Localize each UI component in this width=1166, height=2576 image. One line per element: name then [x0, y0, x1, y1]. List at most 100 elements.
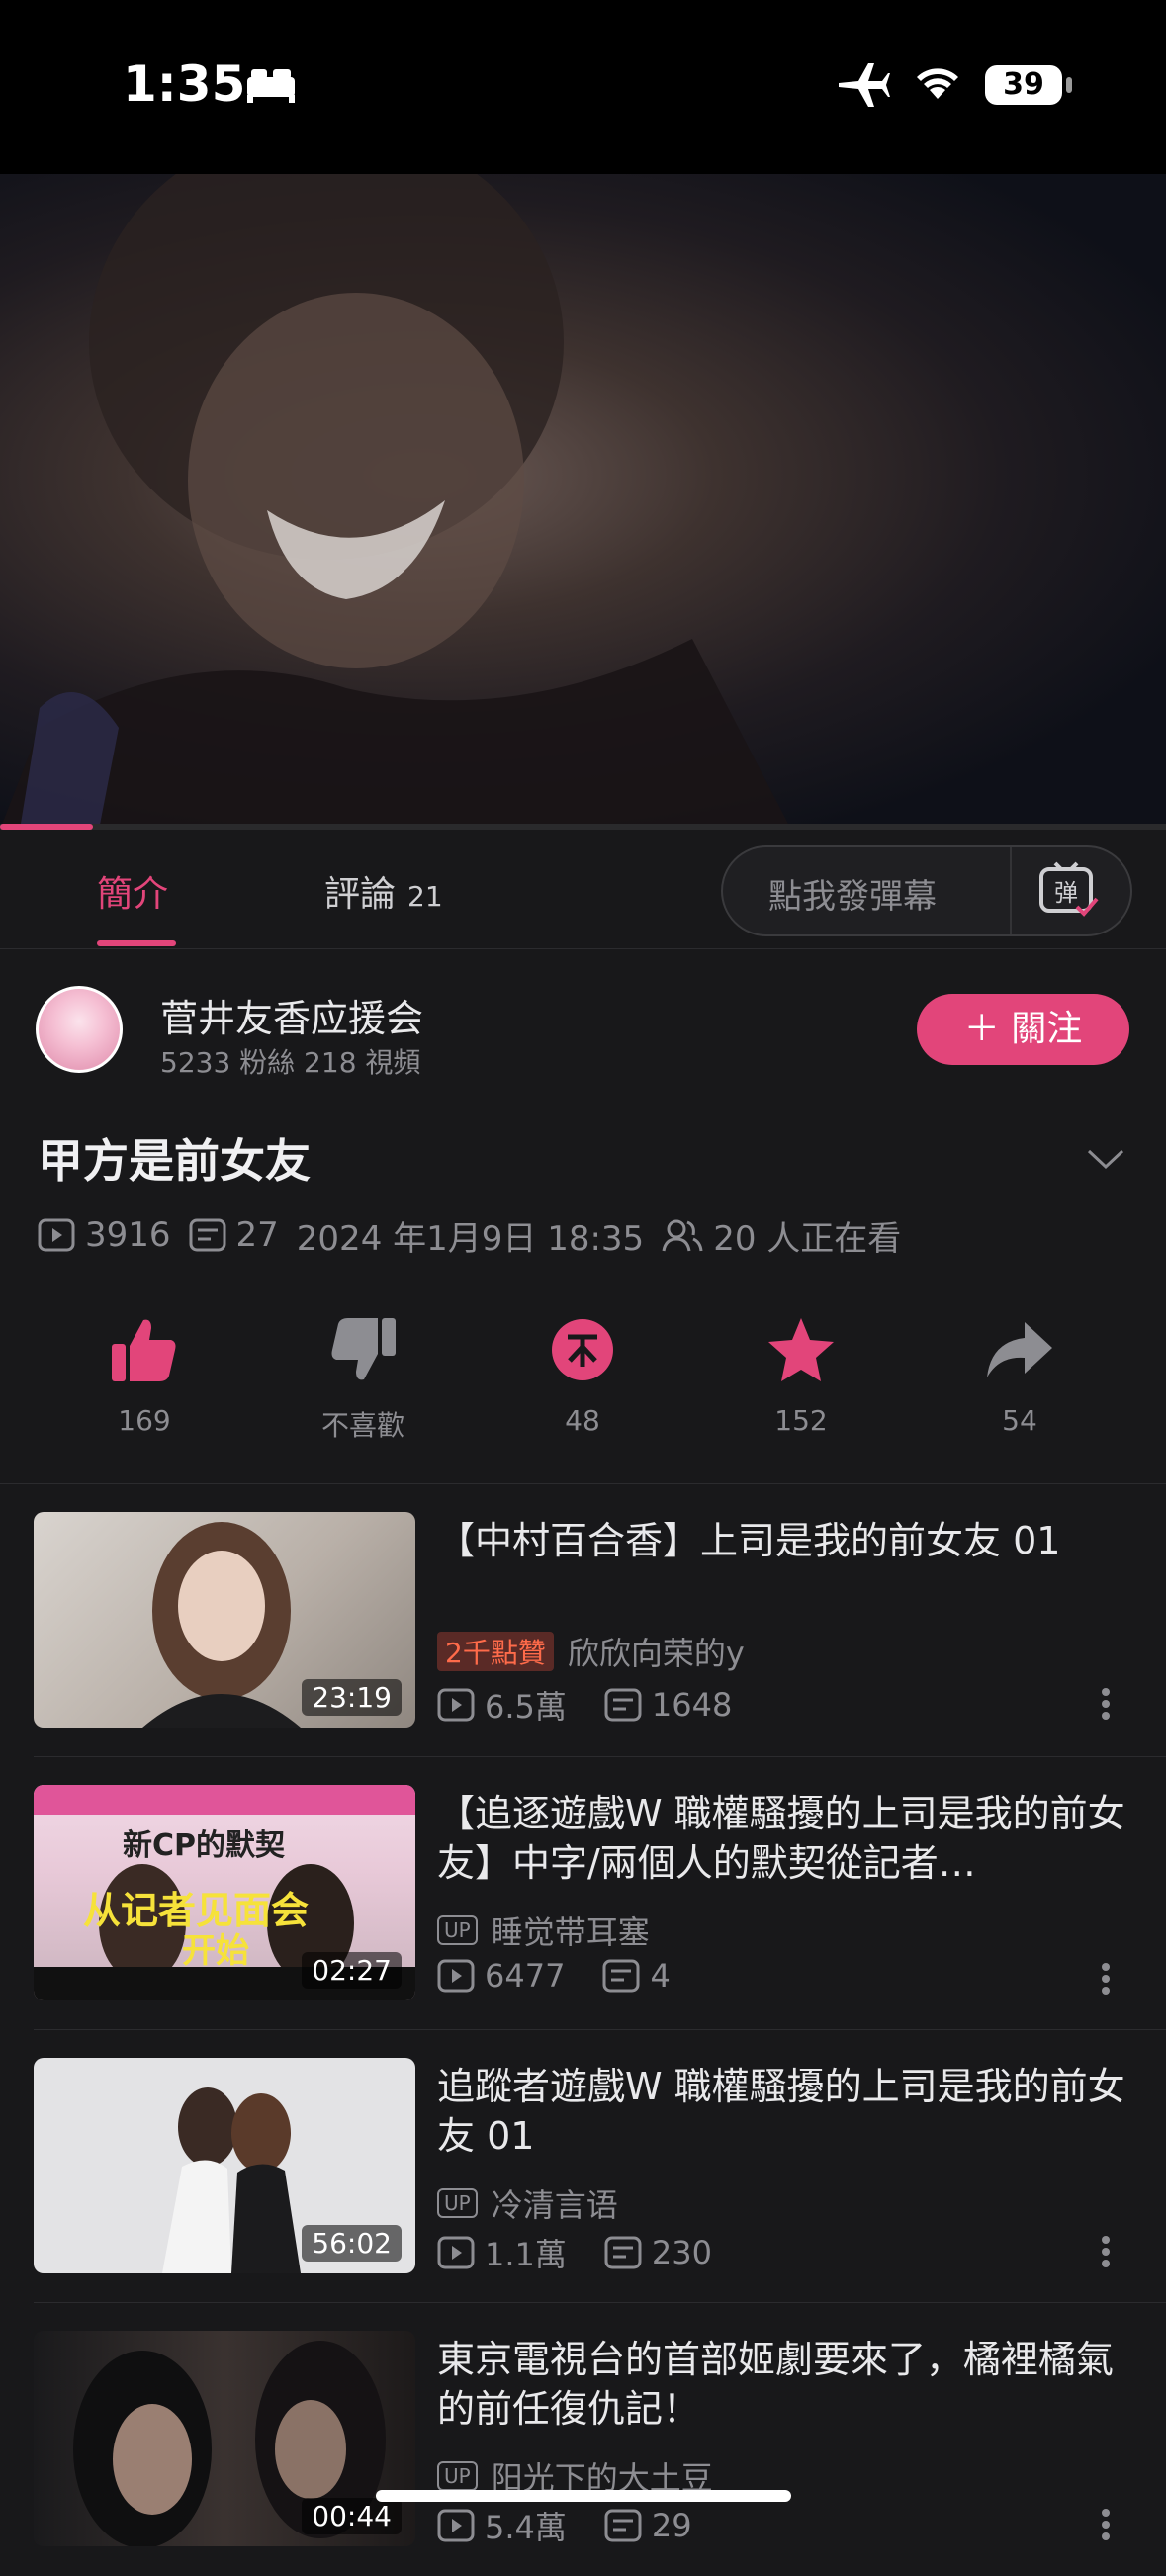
coin-button[interactable]: 48: [508, 1305, 657, 1437]
recommended-video-author: 欣欣向荣的y: [567, 1635, 745, 1672]
more-options-icon[interactable]: [1100, 2507, 1112, 2542]
thumbs-down-icon: [331, 1318, 396, 1380]
video-frame: [0, 174, 791, 830]
uploader-stats: 5233 粉絲 218 視頻: [160, 1046, 421, 1079]
video-title: 甲方是前女友: [38, 1134, 311, 1188]
danmaku-count: 230: [651, 2234, 712, 2271]
recommended-video-stats: 6.5萬 1648: [437, 1682, 732, 1728]
recommended-video-stats: 1.1萬 230: [437, 2230, 712, 2275]
more-options-icon[interactable]: [1100, 2234, 1112, 2269]
recommended-video-stats: 5.4萬 29: [437, 2503, 692, 2548]
play-count-icon: [437, 2509, 475, 2542]
duration-label: 02:27: [302, 1952, 402, 1989]
views-stat: 3916: [38, 1215, 171, 1255]
battery-indicator: 39: [985, 65, 1062, 105]
views-count: 6477: [485, 1957, 566, 1995]
up-badge: UP: [437, 2461, 478, 2491]
status-bar: 1:35 39: [0, 0, 1166, 174]
recommended-video-author: 睡觉带耳塞: [491, 1913, 650, 1951]
uploader-row: 菅井友香应援会 5233 粉絲 218 視頻 ＋ 關注: [0, 948, 1166, 1097]
play-count-icon: [437, 2236, 475, 2269]
publish-date: 2024 年1月9日 18:35: [296, 1218, 645, 1259]
danmaku-count: 4: [650, 1957, 671, 1995]
play-count-icon: [38, 1218, 75, 1252]
recommended-video[interactable]: 56:02 追蹤者遊戲W 職權騷擾的上司是我的前女友 01 UP 冷清言语 1.…: [0, 2030, 1166, 2303]
danmaku-toggle-icon[interactable]: 弹: [1037, 861, 1101, 921]
danmaku-count-icon: [602, 1959, 640, 1993]
recommended-video-author-row: UP 冷清言语: [437, 2180, 618, 2226]
tab-comments-label: 評論: [324, 874, 397, 915]
active-tab-indicator: [97, 940, 176, 946]
video-thumbnail[interactable]: 新CP的默契 从记者见面会 开始 02:27: [34, 1785, 415, 2000]
thumbnail-caption-1: 新CP的默契: [123, 1828, 286, 1863]
share-count: 54: [1002, 1404, 1037, 1437]
views-count: 3916: [85, 1215, 171, 1255]
recommended-video[interactable]: 新CP的默契 从记者见面会 开始 02:27 【追逐遊戲W 職權騷擾的上司是我的…: [0, 1757, 1166, 2030]
home-indicator[interactable]: [376, 2490, 791, 2502]
hot-badge: 2千點贊: [437, 1632, 554, 1671]
more-options-icon[interactable]: [1100, 1686, 1112, 1722]
duration-label: 56:02: [302, 2225, 402, 2262]
favorite-count: 152: [774, 1404, 828, 1437]
sleep-focus-icon: [247, 69, 295, 103]
danmaku-count-icon: [189, 1218, 226, 1252]
danmaku-divider: [1010, 847, 1012, 934]
wifi-icon: [917, 68, 958, 99]
recommended-video-stats: 6477 4: [437, 1957, 671, 1995]
watching-stat: 20 人正在看: [662, 1211, 901, 1260]
danmaku-count-icon: [604, 1688, 642, 1722]
recommended-video-title: 追蹤者遊戲W 職權騷擾的上司是我的前女友 01: [437, 2065, 1125, 2158]
comments-count: 21: [407, 880, 443, 913]
favorite-button[interactable]: 152: [727, 1305, 875, 1437]
danmaku-placeholder: 點我發彈幕: [768, 877, 937, 917]
up-badge: UP: [437, 1915, 478, 1945]
recommended-video-title: 【中村百合香】上司是我的前女友 01: [437, 1519, 1061, 1562]
views-count: 1.1萬: [485, 2236, 567, 2273]
chevron-down-icon[interactable]: [1086, 1147, 1125, 1173]
uploader-name[interactable]: 菅井友香应援会: [160, 988, 423, 1042]
duration-label: 23:19: [302, 1679, 402, 1716]
danmaku-count-icon: [604, 2236, 642, 2269]
recommended-video[interactable]: 23:19 【中村百合香】上司是我的前女友 01 2千點贊 欣欣向荣的y 6.5…: [0, 1484, 1166, 1757]
viewers-icon: [662, 1219, 703, 1252]
watching-count: 20 人正在看: [713, 1218, 902, 1259]
dislike-label: 不喜歡: [320, 1409, 404, 1442]
like-button[interactable]: 169: [70, 1305, 219, 1437]
danmaku-input[interactable]: 點我發彈幕 弹: [721, 845, 1132, 936]
status-time: 1:35: [123, 55, 246, 113]
follow-button[interactable]: ＋ 關注: [917, 994, 1129, 1065]
star-icon: [768, 1318, 834, 1381]
up-badge: UP: [437, 2188, 478, 2218]
recommended-video-author-row: 2千點贊 欣欣向荣的y: [437, 1629, 745, 1674]
recommended-video-author: 冷清言语: [491, 2186, 618, 2224]
views-count: 5.4萬: [485, 2509, 567, 2546]
tab-intro[interactable]: 簡介: [97, 865, 168, 917]
like-count: 169: [118, 1404, 171, 1437]
video-player[interactable]: [0, 174, 1166, 830]
tab-bar: 簡介 評論 21 點我發彈幕 弹: [0, 830, 1166, 949]
danmaku-count: 27: [235, 1215, 279, 1255]
play-count-icon: [437, 1959, 475, 1993]
play-count-icon: [437, 1688, 475, 1722]
share-icon: [987, 1322, 1052, 1377]
recommended-video-title: 東京電視台的首部姬劇要來了，橘裡橘氣的前任復仇記！: [437, 2338, 1115, 2431]
dislike-button[interactable]: 不喜歡: [289, 1305, 437, 1444]
uploader-avatar[interactable]: [36, 986, 123, 1073]
battery-nub: [1066, 77, 1072, 93]
coin-count: 48: [565, 1404, 600, 1437]
recommended-video[interactable]: 00:44 東京電視台的首部姬劇要來了，橘裡橘氣的前任復仇記！ UP 阳光下的大…: [0, 2303, 1166, 2576]
danmaku-stat: 27: [189, 1215, 279, 1255]
recommended-video-title: 【追逐遊戲W 職權騷擾的上司是我的前女友】中字/兩個人的默契從記者…: [437, 1792, 1125, 1885]
tab-comments[interactable]: 評論 21: [324, 865, 443, 917]
thumbnail-caption-3: 开始: [182, 1931, 249, 1971]
thumbs-up-icon: [112, 1319, 176, 1381]
share-button[interactable]: 54: [945, 1305, 1094, 1437]
video-thumbnail[interactable]: 00:44: [34, 2331, 415, 2546]
danmaku-count-icon: [604, 2509, 642, 2542]
more-options-icon[interactable]: [1100, 1961, 1112, 1997]
video-thumbnail[interactable]: 56:02: [34, 2058, 415, 2273]
airplane-mode-icon: [839, 63, 890, 107]
video-meta: 3916 27 2024 年1月9日 18:35 20 人正在看: [38, 1210, 919, 1260]
danmaku-icon-text: 弹: [1054, 879, 1078, 907]
video-thumbnail[interactable]: 23:19: [34, 1512, 415, 1728]
